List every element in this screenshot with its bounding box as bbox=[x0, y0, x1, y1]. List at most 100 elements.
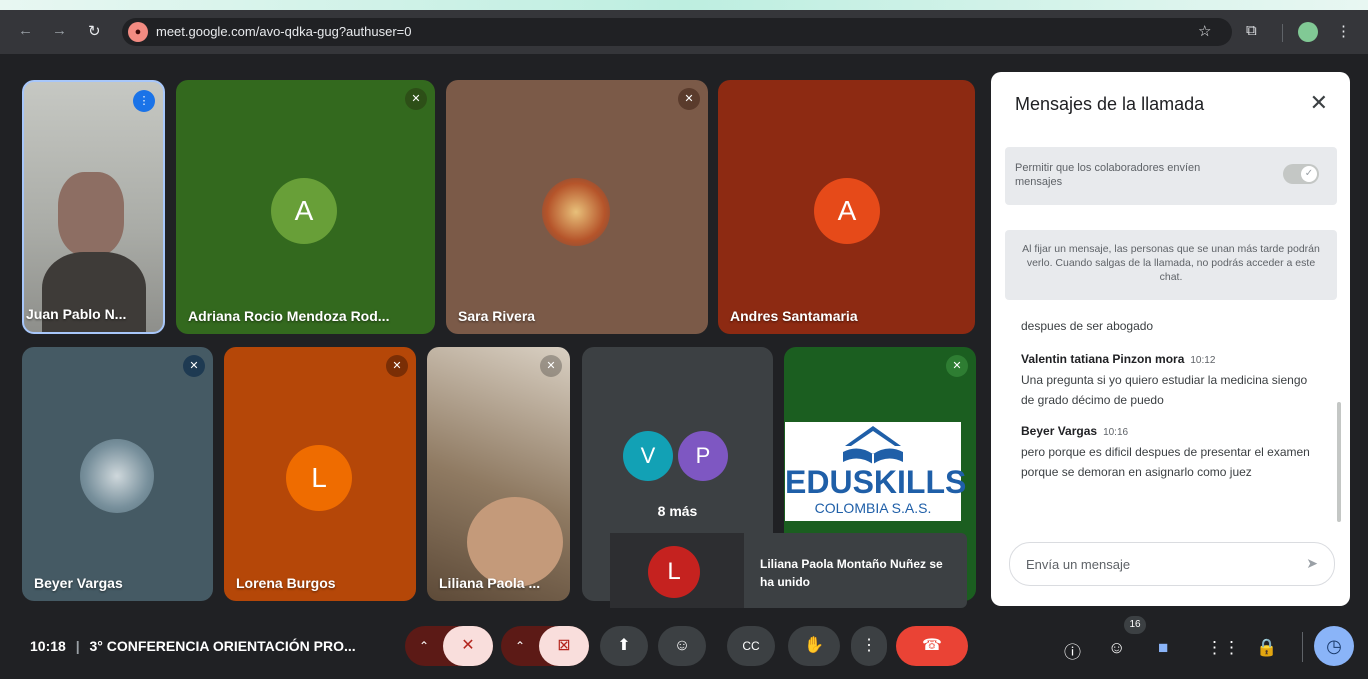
chat-icon[interactable]: ■ bbox=[1158, 638, 1168, 658]
logo-subtitle: COLOMBIA S.A.S. bbox=[814, 500, 932, 516]
browser-toolbar: ← → ↻ ● meet.google.com/avo-qdka-gug?aut… bbox=[0, 10, 1368, 54]
participant-tile[interactable]: A Andres Santamaria bbox=[718, 80, 975, 334]
participant-tile[interactable]: ✕ Beyer Vargas bbox=[22, 347, 213, 601]
profile-avatar[interactable] bbox=[1298, 22, 1318, 42]
url-text: meet.google.com/avo-qdka-gug?authuser=0 bbox=[156, 24, 412, 39]
meeting-details-icon[interactable]: ⓘ bbox=[1064, 638, 1081, 663]
chat-message: despues de ser abogado bbox=[1021, 316, 1321, 336]
message-list: despues de ser abogado Valentin tatiana … bbox=[1021, 312, 1321, 482]
message-time: 10:12 bbox=[1190, 355, 1216, 366]
check-icon: ✓ bbox=[1301, 166, 1317, 182]
participant-tile-video[interactable]: ✕ Liliana Paola ... bbox=[427, 347, 570, 601]
chat-scrollbar[interactable] bbox=[1337, 402, 1341, 522]
companion-clock-icon[interactable]: ◷ bbox=[1314, 626, 1354, 666]
message-sender: Beyer Vargas bbox=[1021, 424, 1098, 438]
participant-name: Lorena Burgos bbox=[236, 575, 336, 591]
chevron-up-icon[interactable]: ⌃ bbox=[501, 626, 539, 666]
allow-messages-toggle[interactable]: ✓ bbox=[1283, 164, 1319, 184]
clock-time: 10:18 bbox=[30, 638, 66, 654]
menu-kebab-icon[interactable]: ⋮ bbox=[1336, 22, 1351, 40]
address-bar[interactable]: ● meet.google.com/avo-qdka-gug?authuser=… bbox=[122, 18, 1232, 46]
camera-off-button[interactable]: ⊠ bbox=[539, 626, 589, 666]
participant-tile[interactable]: ✕ A Adriana Rocio Mendoza Rod... bbox=[176, 80, 435, 334]
microphone-control: ⌃ ✕ bbox=[405, 626, 493, 666]
participant-count-badge: 16 bbox=[1124, 616, 1146, 634]
participant-name: Adriana Rocio Mendoza Rod... bbox=[188, 308, 390, 324]
top-edge-strip bbox=[0, 0, 1368, 10]
close-icon[interactable]: ✕ bbox=[1310, 90, 1328, 116]
message-text: Una pregunta si yo quiero estudiar la me… bbox=[1021, 373, 1308, 407]
send-icon[interactable]: ➤ bbox=[1306, 555, 1318, 572]
participant-tile[interactable]: ✕ Sara Rivera bbox=[446, 80, 708, 334]
meeting-info: 10:18 | 3° CONFERENCIA ORIENTACIÓN PRO..… bbox=[30, 638, 356, 654]
forward-icon[interactable]: → bbox=[52, 22, 67, 39]
leave-call-button[interactable]: ☎ bbox=[896, 626, 968, 666]
toolbar-divider bbox=[1282, 24, 1283, 42]
bookmark-star-icon[interactable]: ☆ bbox=[1198, 22, 1211, 40]
participant-name: Beyer Vargas bbox=[34, 575, 123, 591]
participant-avatar: A bbox=[814, 178, 880, 244]
chevron-up-icon[interactable]: ⌃ bbox=[405, 626, 443, 666]
participant-tile[interactable]: ✕ L Lorena Burgos bbox=[224, 347, 416, 601]
pin-info-box: Al fijar un mensaje, las personas que se… bbox=[1005, 230, 1337, 300]
chat-message: Valentin tatiana Pinzon mora 10:12 Una pr… bbox=[1021, 352, 1321, 410]
allow-messages-setting: Permitir que los colaboradores envíen me… bbox=[1005, 147, 1337, 205]
activities-icon[interactable]: ⋮⋮ bbox=[1206, 638, 1240, 658]
extensions-icon[interactable]: ⧉ bbox=[1246, 22, 1257, 39]
meeting-title: 3° CONFERENCIA ORIENTACIÓN PRO... bbox=[89, 638, 356, 654]
participant-avatar: L bbox=[286, 445, 352, 511]
camera-control: ⌃ ⊠ bbox=[501, 626, 589, 666]
pin-info-text: Al fijar un mensaje, las personas que se… bbox=[1022, 243, 1320, 283]
join-notification: L Liliana Paola Montaño Nuñez se ha unid… bbox=[610, 533, 967, 608]
logo-wordmark: EDUSKILLS bbox=[785, 464, 967, 500]
toast-text: Liliana Paola Montaño Nuñez se ha unido bbox=[760, 557, 943, 589]
participant-avatar-image bbox=[80, 439, 154, 513]
site-info-icon[interactable]: ● bbox=[128, 22, 148, 42]
participant-name: Juan Pablo N... bbox=[26, 306, 127, 322]
raise-hand-button[interactable]: ✋ bbox=[788, 626, 840, 666]
allow-messages-label: Permitir que los colaboradores envíen me… bbox=[1015, 162, 1201, 188]
mic-off-button[interactable]: ✕ bbox=[443, 626, 493, 666]
speaking-indicator-icon: ⋮ bbox=[133, 90, 155, 112]
participant-name: Liliana Paola ... bbox=[439, 575, 541, 591]
message-input[interactable]: Envía un mensaje ➤ bbox=[1009, 542, 1335, 586]
message-text: pero porque es dificil despues de presen… bbox=[1021, 445, 1310, 479]
mic-off-icon: ✕ bbox=[540, 355, 562, 377]
mic-off-icon: ✕ bbox=[386, 355, 408, 377]
toolbar-divider bbox=[1302, 632, 1303, 662]
participant-avatar: A bbox=[271, 178, 337, 244]
mic-off-icon: ✕ bbox=[405, 88, 427, 110]
book-logo-icon bbox=[843, 426, 903, 464]
participant-avatar-image bbox=[542, 178, 610, 246]
chat-panel-title: Mensajes de la llamada bbox=[1015, 94, 1205, 114]
mic-off-icon: ✕ bbox=[678, 88, 700, 110]
emoji-reaction-button[interactable]: ☺ bbox=[658, 626, 706, 666]
participant-avatar: V bbox=[623, 431, 673, 481]
more-participants-label: 8 más bbox=[657, 503, 698, 519]
info-divider: | bbox=[75, 638, 80, 654]
message-sender: Valentin tatiana Pinzon mora bbox=[1021, 352, 1185, 366]
participant-name: Andres Santamaria bbox=[730, 308, 858, 324]
reload-icon[interactable]: ↻ bbox=[88, 22, 101, 40]
captions-button[interactable]: CC bbox=[727, 626, 775, 666]
toast-avatar-area: L bbox=[610, 533, 744, 608]
chat-message: Beyer Vargas 10:16 pero porque es dificil… bbox=[1021, 424, 1321, 482]
message-input-placeholder: Envía un mensaje bbox=[1026, 557, 1131, 572]
message-text: despues de ser abogado bbox=[1021, 319, 1154, 333]
present-screen-button[interactable]: ⬆ bbox=[600, 626, 648, 666]
message-time: 10:16 bbox=[1103, 427, 1129, 438]
toast-avatar: L bbox=[648, 546, 700, 598]
participant-tile-video[interactable]: ⋮ Juan Pablo N... bbox=[22, 80, 165, 334]
participant-video-face bbox=[58, 172, 124, 256]
participant-avatar: P bbox=[678, 431, 728, 481]
participant-video-face bbox=[467, 497, 563, 587]
mic-off-icon: ✕ bbox=[946, 355, 968, 377]
eduskills-logo: EDUSKILLS COLOMBIA S.A.S. bbox=[785, 422, 967, 521]
back-icon[interactable]: ← bbox=[18, 22, 33, 39]
chat-panel: Mensajes de la llamada ✕ Permitir que lo… bbox=[991, 72, 1350, 606]
host-controls-icon[interactable]: 🔒 bbox=[1256, 638, 1277, 658]
mic-off-icon: ✕ bbox=[183, 355, 205, 377]
participant-name: Sara Rivera bbox=[458, 308, 536, 324]
more-options-button[interactable]: ⋮ bbox=[851, 626, 887, 666]
people-icon[interactable]: ☺ bbox=[1108, 638, 1125, 658]
